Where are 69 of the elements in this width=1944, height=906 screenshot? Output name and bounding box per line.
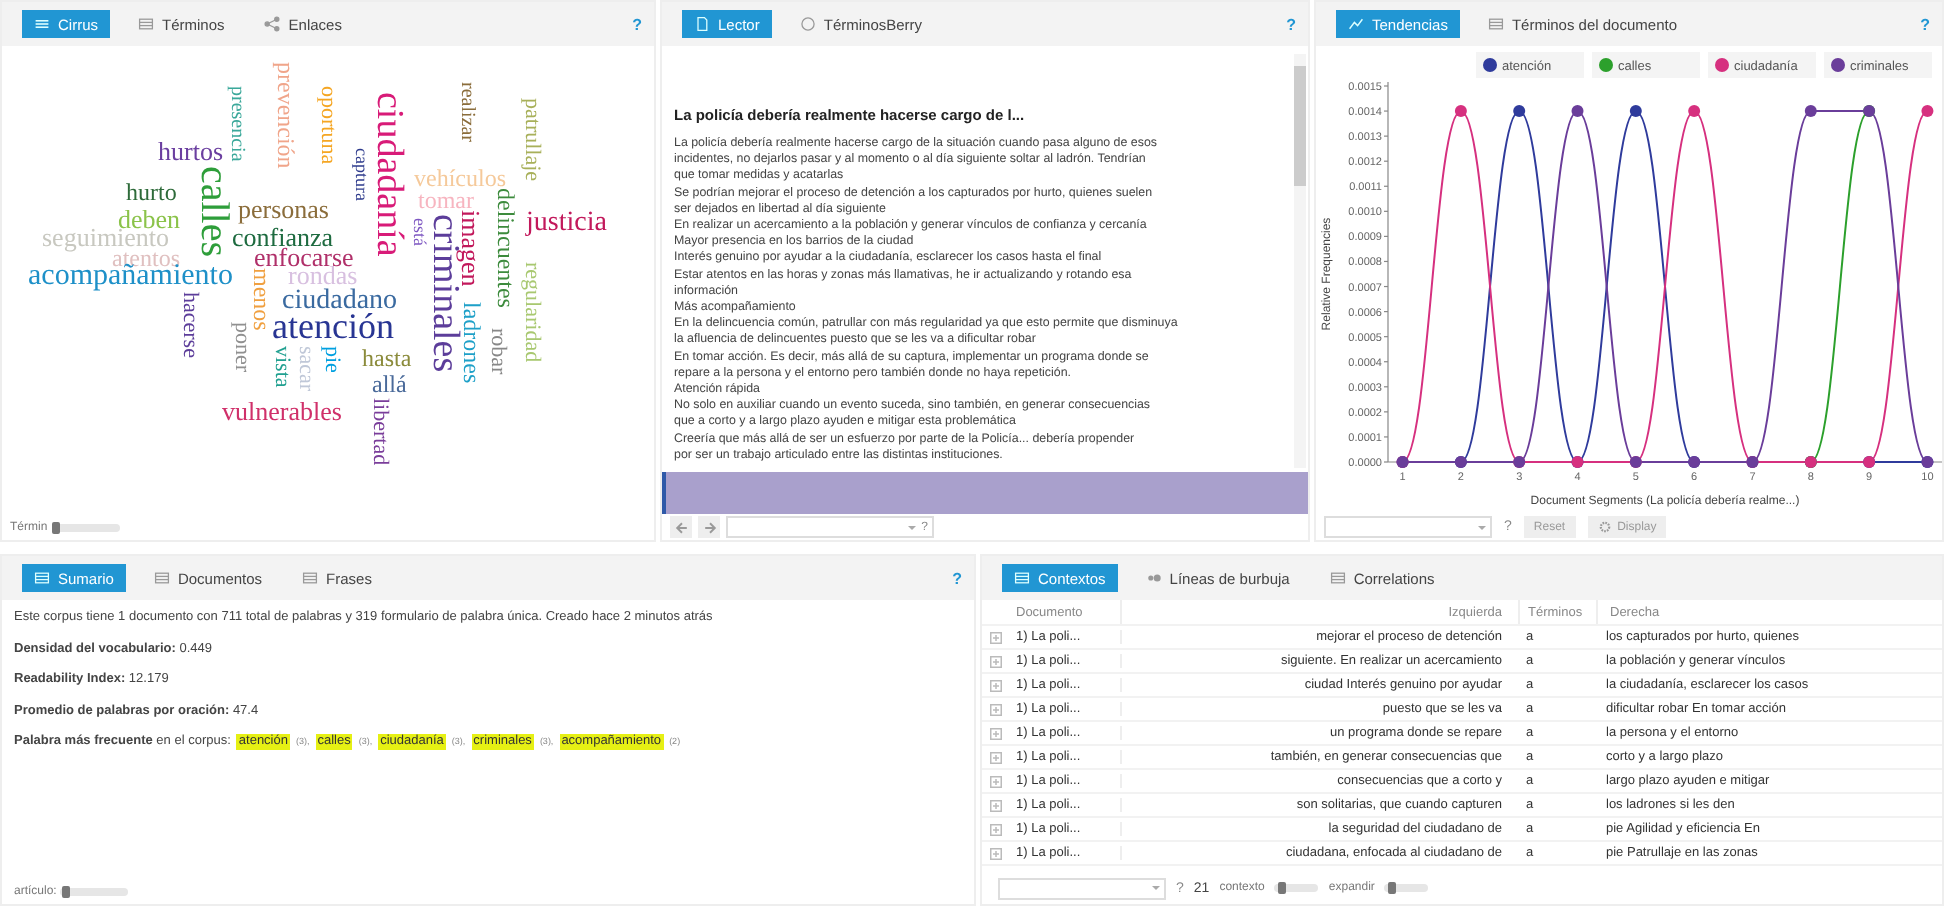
slider-thumb[interactable] bbox=[1387, 882, 1396, 894]
cloud-word[interactable]: está bbox=[410, 218, 428, 246]
table-icon bbox=[1014, 570, 1030, 586]
caret-icon bbox=[907, 525, 916, 529]
cloud-word[interactable]: libertad bbox=[368, 398, 390, 466]
data-point[interactable] bbox=[1513, 105, 1526, 118]
cloud-word[interactable]: presencia bbox=[226, 86, 246, 162]
right-arrow-icon bbox=[701, 519, 717, 535]
left-arrow-icon bbox=[673, 519, 689, 535]
cloud-word[interactable]: confianza bbox=[232, 224, 334, 250]
cloud-word[interactable]: vista bbox=[270, 346, 292, 388]
cloud-word[interactable]: vulnerables bbox=[222, 398, 342, 424]
data-point[interactable] bbox=[1454, 105, 1467, 118]
table-icon bbox=[34, 570, 50, 586]
cloud-word[interactable]: hacerse bbox=[178, 292, 200, 358]
cloud-word[interactable]: calles bbox=[194, 166, 234, 258]
slider-thumb[interactable] bbox=[1277, 882, 1286, 894]
table-icon bbox=[302, 570, 319, 586]
data-point[interactable] bbox=[1629, 105, 1642, 118]
line-chart-icon bbox=[1348, 16, 1364, 32]
previous-button[interactable] bbox=[670, 516, 692, 538]
cloud-word[interactable]: ladrones bbox=[460, 302, 484, 384]
cloud-word[interactable]: delincuentes bbox=[494, 188, 518, 308]
cloud-word[interactable]: personas bbox=[238, 196, 329, 222]
cloud-word[interactable]: hurtos bbox=[158, 138, 223, 164]
cloud-word[interactable]: ciudadanía bbox=[370, 92, 408, 257]
help-button[interactable]: ? bbox=[1286, 15, 1296, 33]
cloud-word[interactable]: allá bbox=[372, 372, 407, 396]
slider-thumb[interactable] bbox=[62, 886, 71, 898]
cloud-word[interactable]: pie bbox=[320, 346, 342, 373]
term-field[interactable] bbox=[998, 877, 1166, 899]
table-icon bbox=[153, 570, 170, 586]
term-field[interactable] bbox=[1324, 516, 1492, 538]
table-icon bbox=[1329, 570, 1346, 586]
cloud-word[interactable]: menos bbox=[250, 268, 274, 331]
data-point[interactable] bbox=[1688, 105, 1701, 118]
data-point[interactable] bbox=[1804, 105, 1817, 118]
cloud-word[interactable]: justicia bbox=[526, 210, 607, 238]
cloud-word[interactable]: captura bbox=[352, 148, 370, 201]
cloud-word[interactable]: prevención bbox=[274, 62, 298, 169]
cloud-word[interactable]: poner bbox=[230, 322, 252, 373]
slider-thumb[interactable] bbox=[52, 522, 61, 534]
cloud-word[interactable]: robar bbox=[486, 328, 508, 375]
document-icon bbox=[694, 16, 710, 32]
data-point[interactable] bbox=[1921, 105, 1934, 118]
help-button[interactable]: ? bbox=[1920, 15, 1930, 33]
help-button[interactable]: ? bbox=[632, 15, 642, 33]
cloud-word[interactable]: deben bbox=[118, 206, 181, 232]
data-point[interactable] bbox=[1571, 105, 1584, 118]
radio-icon bbox=[799, 16, 816, 32]
help-button[interactable]: ? bbox=[952, 569, 962, 587]
cloud-word[interactable]: enfocarse bbox=[254, 244, 354, 270]
list-icon bbox=[34, 16, 50, 32]
next-button[interactable] bbox=[698, 516, 720, 538]
cloud-word[interactable]: hurto bbox=[126, 180, 177, 204]
bubble-icon bbox=[1145, 570, 1162, 586]
cloud-word[interactable]: criminales bbox=[426, 214, 464, 373]
table-icon bbox=[1487, 16, 1504, 32]
cloud-word[interactable]: realizar bbox=[456, 82, 476, 142]
cloud-word[interactable]: hasta bbox=[362, 346, 412, 370]
caret-icon bbox=[1478, 525, 1486, 529]
cloud-word[interactable]: imagen bbox=[458, 210, 484, 287]
cloud-word[interactable]: oportuna bbox=[316, 86, 338, 165]
table-icon bbox=[138, 16, 154, 32]
caret-icon bbox=[1152, 886, 1160, 890]
gear-icon bbox=[1597, 520, 1612, 534]
share-icon bbox=[264, 16, 281, 32]
scrollbar[interactable] bbox=[1294, 54, 1306, 468]
cloud-word[interactable]: patrullaje bbox=[520, 98, 542, 182]
